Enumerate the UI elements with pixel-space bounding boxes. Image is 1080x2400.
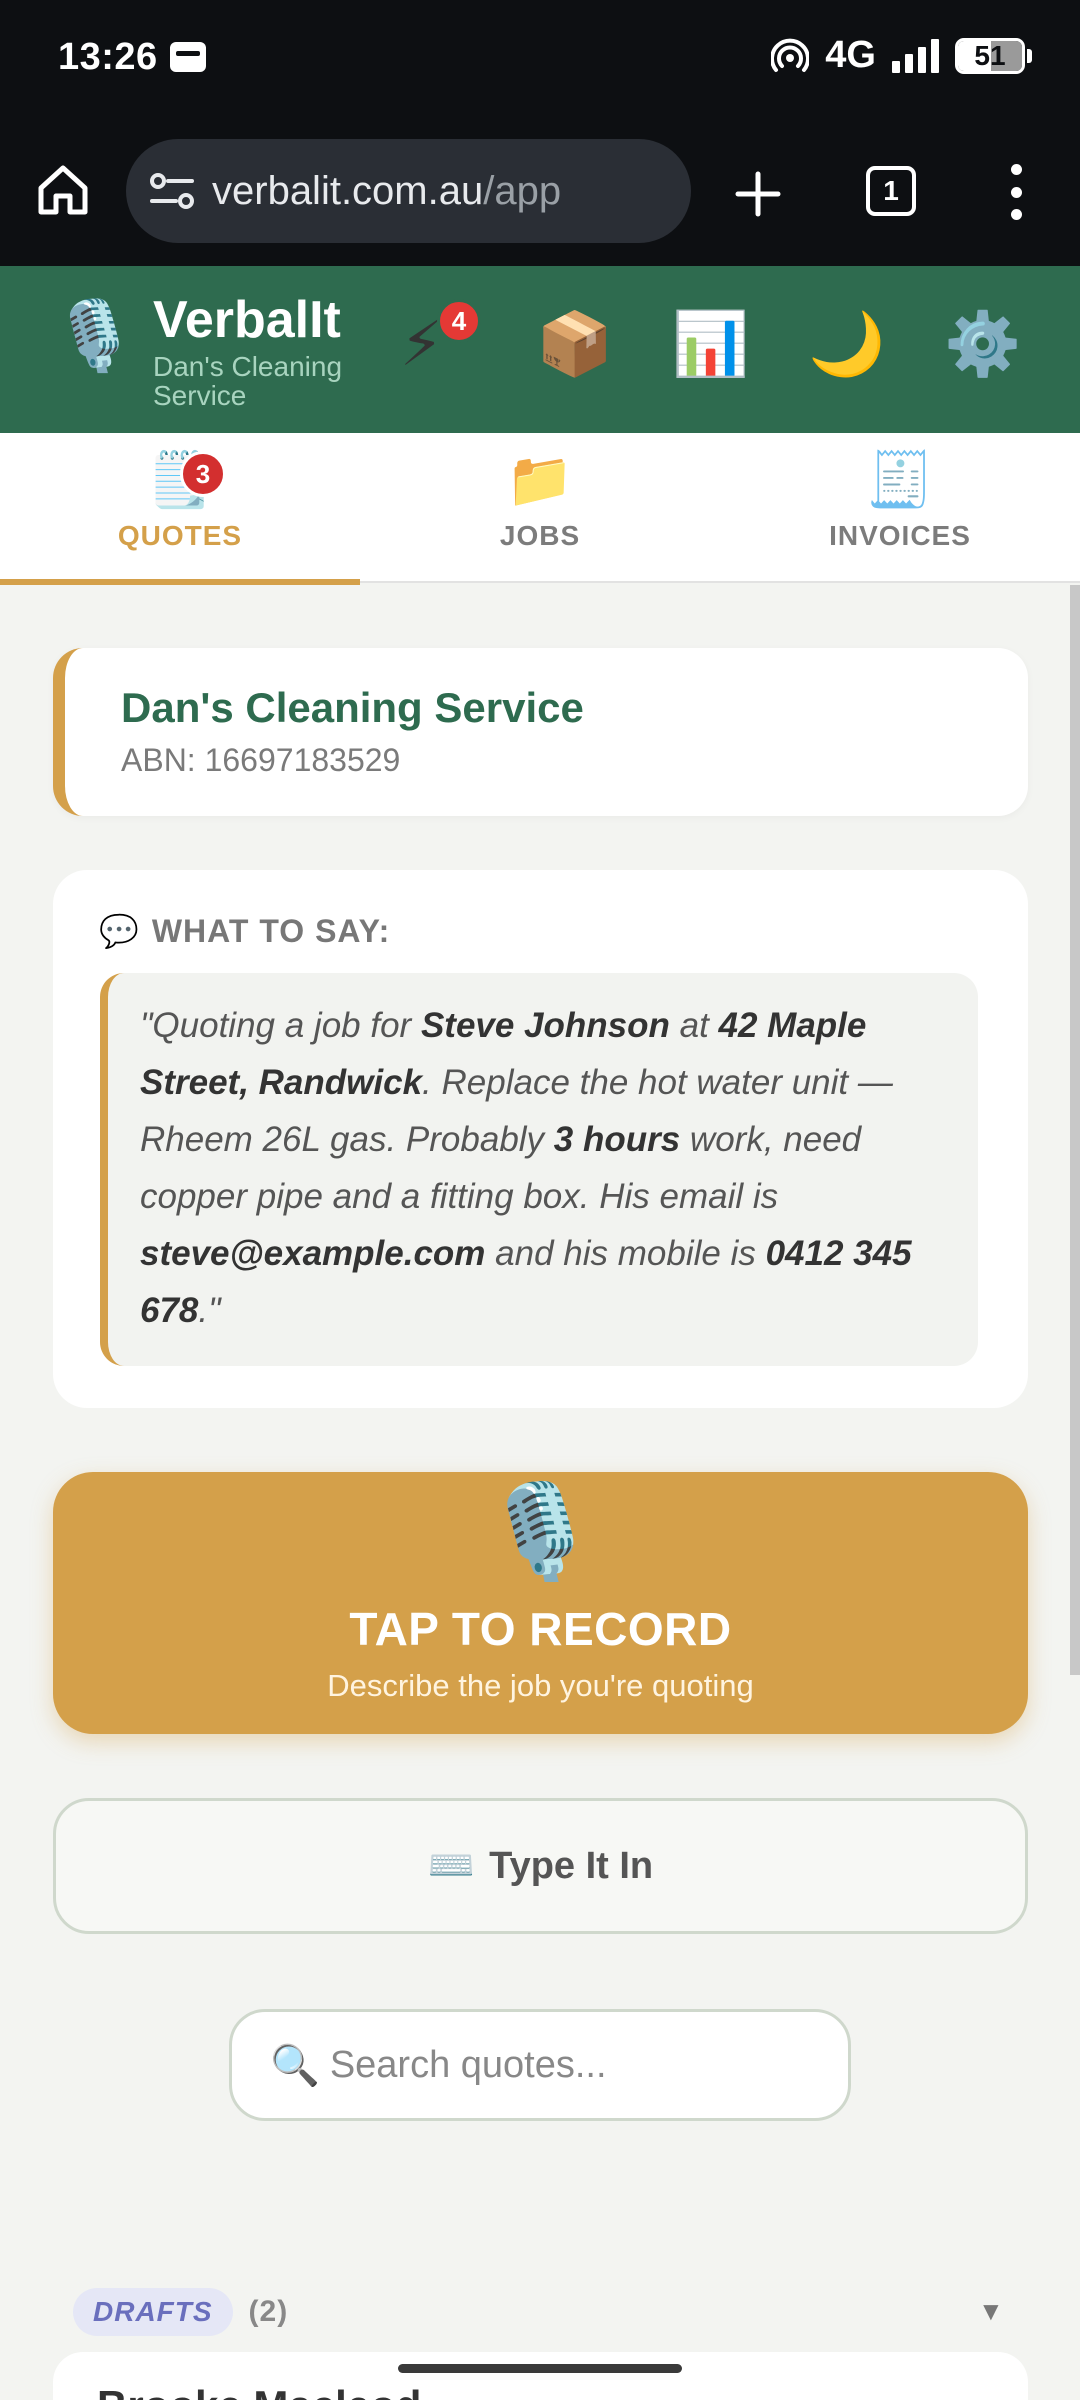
- sim-card-icon: [170, 42, 206, 72]
- script-highlight: 3 hours: [553, 1120, 681, 1159]
- quotes-badge: 3: [180, 451, 226, 497]
- address-bar[interactable]: verbalit.com.au/app: [126, 139, 691, 243]
- network-type: 4G: [825, 34, 876, 76]
- record-subtitle: Describe the job you're quoting: [327, 1668, 754, 1703]
- moon-icon[interactable]: 🌙: [808, 314, 885, 376]
- list-item[interactable]: Brooke Macleod: [53, 2352, 1028, 2400]
- scrollbar[interactable]: [1070, 585, 1080, 1675]
- drafts-count: (2): [248, 2295, 289, 2328]
- record-button[interactable]: 🎙️ TAP TO RECORD Describe the job you're…: [53, 1472, 1028, 1734]
- business-subtitle: Dan's Cleaning Service: [153, 351, 343, 411]
- business-card: Dan's Cleaning Service ABN: 16697183529: [53, 648, 1028, 816]
- tab-label: QUOTES: [117, 520, 243, 551]
- home-icon[interactable]: [36, 162, 90, 218]
- script-highlight: steve@example.com: [140, 1234, 486, 1273]
- search-input[interactable]: [329, 2043, 830, 2087]
- main-tabs: 🗒️ 3 QUOTES 📁 JOBS 🧾 INVOICES: [0, 433, 1080, 585]
- tab-jobs[interactable]: 📁 JOBS: [360, 433, 720, 583]
- chart-icon[interactable]: 📊: [672, 314, 749, 376]
- type-it-in-button[interactable]: ⌨️ Type It In: [53, 1798, 1028, 1934]
- browser-toolbar: verbalit.com.au/app 1: [0, 118, 1080, 266]
- what-to-say-label: 💬 WHAT TO SAY:: [99, 912, 391, 950]
- tab-quotes[interactable]: 🗒️ 3 QUOTES: [0, 433, 360, 585]
- url-text: verbalit.com.au/app: [212, 169, 562, 213]
- script-text: at: [669, 1006, 719, 1045]
- hotspot-icon: [770, 37, 811, 75]
- status-time: 13:26: [58, 36, 158, 78]
- browser-menu-icon[interactable]: [1004, 164, 1028, 220]
- app-brand: VerbalIt: [153, 291, 341, 349]
- speech-bubble-icon: 💬: [99, 913, 140, 949]
- type-it-in-label: Type It In: [489, 1844, 654, 1887]
- receipt-icon: 🧾: [866, 450, 934, 510]
- script-text: .": [198, 1291, 221, 1330]
- search-icon: 🔍: [270, 2043, 320, 2088]
- tab-label: JOBS: [499, 520, 581, 551]
- status-bar: 13:26 4G 51: [0, 0, 1080, 118]
- what-to-say-card: 💬 WHAT TO SAY: "Quoting a job for Steve …: [53, 870, 1028, 1408]
- script-text: "Quoting a job for: [140, 1006, 421, 1045]
- tab-label: INVOICES: [829, 520, 971, 551]
- microphone-logo-icon: 🎙️: [52, 298, 137, 374]
- example-script: "Quoting a job for Steve Johnson at 42 M…: [100, 973, 978, 1366]
- draft-customer-name: Brooke Macleod: [97, 2382, 421, 2400]
- business-abn: ABN: 16697183529: [121, 742, 401, 778]
- script-text: and his mobile is: [485, 1234, 766, 1273]
- drafts-section-header[interactable]: DRAFTS (2): [73, 2286, 288, 2338]
- tab-invoices[interactable]: 🧾 INVOICES: [720, 433, 1080, 583]
- battery-icon: 51: [955, 37, 1025, 74]
- signal-icon: [892, 38, 939, 73]
- gesture-home-bar[interactable]: [398, 2364, 682, 2373]
- app-header: 🎙️ VerbalIt Dan's Cleaning Service ⚡ 4 📦…: [0, 266, 1080, 433]
- record-title: TAP TO RECORD: [349, 1603, 732, 1655]
- search-box: 🔍: [229, 2009, 851, 2121]
- script-highlight: Steve Johnson: [420, 1006, 670, 1045]
- tab-switcher-button[interactable]: 1: [866, 166, 916, 216]
- battery-level: 51: [974, 39, 1006, 71]
- keyboard-icon: ⌨️: [427, 1845, 476, 1887]
- chevron-down-icon[interactable]: ▼: [978, 2296, 1004, 2327]
- microphone-icon: 🎙️: [483, 1481, 598, 1583]
- box-icon[interactable]: 📦: [536, 314, 613, 376]
- lightning-badge: 4: [437, 299, 481, 343]
- drafts-label: DRAFTS: [73, 2288, 233, 2336]
- folder-icon: 📁: [506, 450, 574, 510]
- gear-icon[interactable]: ⚙️: [944, 314, 1021, 376]
- site-settings-icon[interactable]: [148, 171, 196, 211]
- new-tab-icon[interactable]: [730, 166, 786, 222]
- business-name: Dan's Cleaning Service: [121, 684, 584, 731]
